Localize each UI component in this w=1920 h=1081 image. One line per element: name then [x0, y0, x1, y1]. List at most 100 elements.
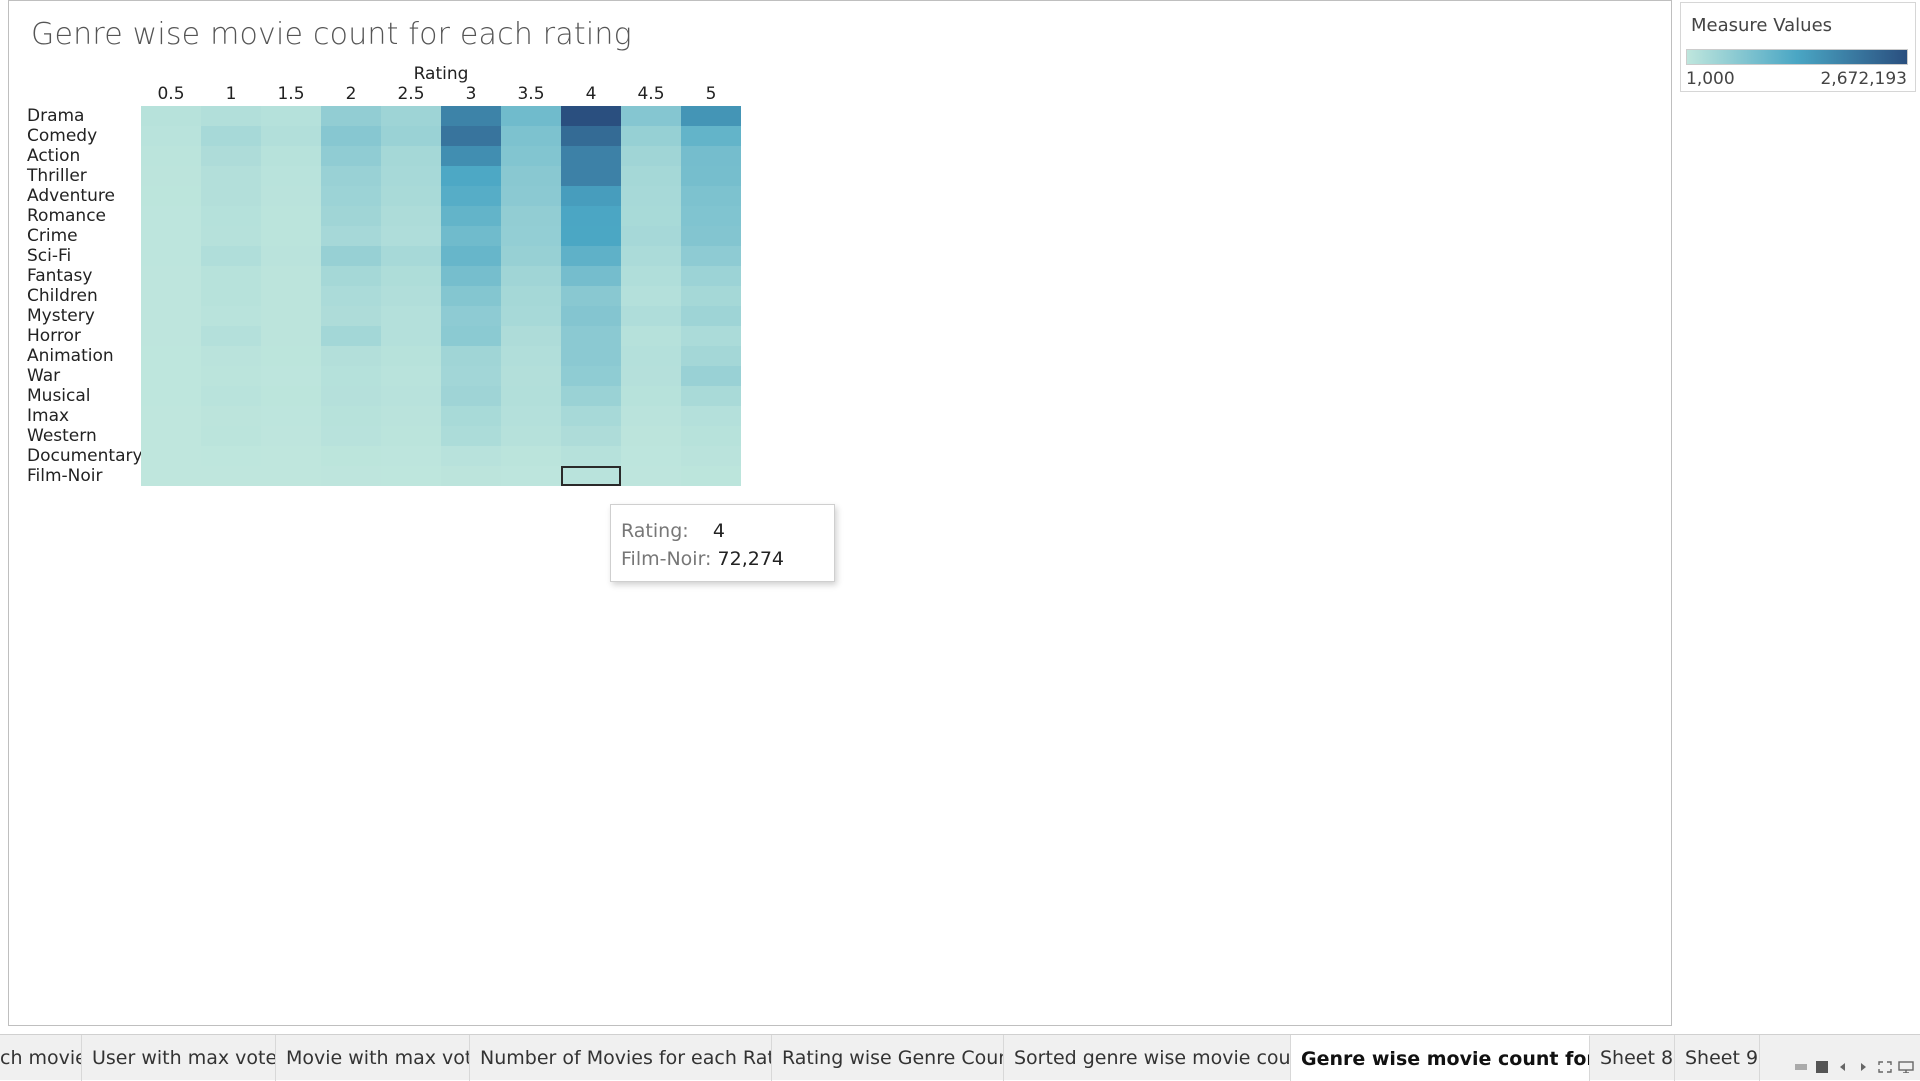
row-header-fantasy[interactable]: Fantasy	[27, 266, 92, 286]
heatmap-cell-fantasy-2.5[interactable]	[381, 266, 441, 286]
heatmap-cell-comedy-3[interactable]	[441, 126, 501, 146]
heatmap-cell-fantasy-3.5[interactable]	[501, 266, 561, 286]
row-header-animation[interactable]: Animation	[27, 346, 114, 366]
heatmap-cell-western-4.5[interactable]	[621, 426, 681, 446]
heatmap-cell-mystery-0.5[interactable]	[141, 306, 201, 326]
heatmap-cell-comedy-1.5[interactable]	[261, 126, 321, 146]
sheet-tab-8[interactable]: Sheet 9	[1675, 1035, 1760, 1081]
heatmap-cell-children-1[interactable]	[201, 286, 261, 306]
heatmap-cell-crime-0.5[interactable]	[141, 226, 201, 246]
heatmap-cell-horror-4[interactable]	[561, 326, 621, 346]
heatmap-cell-adventure-3[interactable]	[441, 186, 501, 206]
heatmap-cell-film-noir-1[interactable]	[201, 466, 261, 486]
heatmap-cell-thriller-4[interactable]	[561, 166, 621, 186]
heatmap-cell-comedy-5[interactable]	[681, 126, 741, 146]
heatmap-cell-romance-5[interactable]	[681, 206, 741, 226]
heatmap-cell-musical-2[interactable]	[321, 386, 381, 406]
heatmap-cell-horror-5[interactable]	[681, 326, 741, 346]
heatmap-cell-mystery-5[interactable]	[681, 306, 741, 326]
heatmap-cell-war-1.5[interactable]	[261, 366, 321, 386]
heatmap-cell-horror-0.5[interactable]	[141, 326, 201, 346]
heatmap-cell-documentary-1[interactable]	[201, 446, 261, 466]
heatmap-cell-crime-4[interactable]	[561, 226, 621, 246]
heatmap-cell-war-5[interactable]	[681, 366, 741, 386]
heatmap-cell-adventure-3.5[interactable]	[501, 186, 561, 206]
heatmap-cell-mystery-2[interactable]	[321, 306, 381, 326]
heatmap-cell-comedy-1[interactable]	[201, 126, 261, 146]
heatmap-cell-musical-3[interactable]	[441, 386, 501, 406]
heatmap-cell-romance-3[interactable]	[441, 206, 501, 226]
column-header-1.5[interactable]: 1.5	[261, 84, 321, 104]
heatmap-cell-thriller-4.5[interactable]	[621, 166, 681, 186]
heatmap-cell-romance-3.5[interactable]	[501, 206, 561, 226]
heatmap-cell-documentary-0.5[interactable]	[141, 446, 201, 466]
heatmap-cell-imax-1[interactable]	[201, 406, 261, 426]
heatmap-cell-romance-1.5[interactable]	[261, 206, 321, 226]
heatmap-cell-comedy-4.5[interactable]	[621, 126, 681, 146]
heatmap-cell-romance-2.5[interactable]	[381, 206, 441, 226]
heatmap-cell-mystery-1[interactable]	[201, 306, 261, 326]
heatmap-cell-horror-3.5[interactable]	[501, 326, 561, 346]
heatmap-cell-war-0.5[interactable]	[141, 366, 201, 386]
heatmap-cell-sci-fi-5[interactable]	[681, 246, 741, 266]
heatmap-cell-action-2.5[interactable]	[381, 146, 441, 166]
heatmap-cell-mystery-4.5[interactable]	[621, 306, 681, 326]
heatmap-cell-drama-2[interactable]	[321, 106, 381, 126]
heatmap-cell-thriller-1[interactable]	[201, 166, 261, 186]
sheet-tab-7[interactable]: Sheet 8	[1590, 1035, 1675, 1081]
heatmap-cell-children-5[interactable]	[681, 286, 741, 306]
heatmap-cell-imax-3[interactable]	[441, 406, 501, 426]
heatmap-cell-animation-1[interactable]	[201, 346, 261, 366]
heatmap-cell-fantasy-4.5[interactable]	[621, 266, 681, 286]
heatmap-cell-crime-3.5[interactable]	[501, 226, 561, 246]
heatmap-cell-imax-2.5[interactable]	[381, 406, 441, 426]
heatmap-cell-mystery-3.5[interactable]	[501, 306, 561, 326]
heatmap-cell-documentary-3[interactable]	[441, 446, 501, 466]
heatmap-cell-sci-fi-3[interactable]	[441, 246, 501, 266]
heatmap-cell-animation-4.5[interactable]	[621, 346, 681, 366]
row-header-documentary[interactable]: Documentary	[27, 446, 143, 466]
heatmap-cell-imax-4.5[interactable]	[621, 406, 681, 426]
heatmap-cell-thriller-3[interactable]	[441, 166, 501, 186]
heatmap-cell-film-noir-3[interactable]	[441, 466, 501, 486]
heatmap-cell-thriller-3.5[interactable]	[501, 166, 561, 186]
heatmap-cell-action-4[interactable]	[561, 146, 621, 166]
heatmap-cell-children-1.5[interactable]	[261, 286, 321, 306]
heatmap-cell-imax-2[interactable]	[321, 406, 381, 426]
heatmap-cell-film-noir-1.5[interactable]	[261, 466, 321, 486]
heatmap-cell-action-1.5[interactable]	[261, 146, 321, 166]
heatmap-cell-mystery-1.5[interactable]	[261, 306, 321, 326]
heatmap-cell-horror-1[interactable]	[201, 326, 261, 346]
row-header-crime[interactable]: Crime	[27, 226, 78, 246]
heatmap-cell-documentary-4[interactable]	[561, 446, 621, 466]
sheet-tab-4[interactable]: Rating wise Genre Count	[772, 1035, 1004, 1081]
heatmap-cell-romance-1[interactable]	[201, 206, 261, 226]
column-header-3.5[interactable]: 3.5	[501, 84, 561, 104]
heatmap-cell-action-0.5[interactable]	[141, 146, 201, 166]
heatmap-cell-romance-2[interactable]	[321, 206, 381, 226]
row-header-romance[interactable]: Romance	[27, 206, 106, 226]
heatmap-cell-film-noir-4.5[interactable]	[621, 466, 681, 486]
heatmap-cell-war-3.5[interactable]	[501, 366, 561, 386]
heatmap-cell-horror-1.5[interactable]	[261, 326, 321, 346]
heatmap-cell-action-2[interactable]	[321, 146, 381, 166]
heatmap-cell-horror-4.5[interactable]	[621, 326, 681, 346]
heatmap-cell-children-0.5[interactable]	[141, 286, 201, 306]
heatmap-cell-children-2[interactable]	[321, 286, 381, 306]
heatmap-cell-sci-fi-3.5[interactable]	[501, 246, 561, 266]
heatmap-cell-thriller-5[interactable]	[681, 166, 741, 186]
heatmap-cell-fantasy-2[interactable]	[321, 266, 381, 286]
heatmap-cell-action-3.5[interactable]	[501, 146, 561, 166]
heatmap-cell-western-1.5[interactable]	[261, 426, 321, 446]
heatmap-cell-romance-4[interactable]	[561, 206, 621, 226]
color-legend[interactable]: Measure Values 1,000 2,672,193	[1680, 2, 1916, 92]
heatmap-cell-drama-0.5[interactable]	[141, 106, 201, 126]
heatmap-cell-adventure-5[interactable]	[681, 186, 741, 206]
heatmap-cell-musical-1.5[interactable]	[261, 386, 321, 406]
heatmap-cell-documentary-3.5[interactable]	[501, 446, 561, 466]
heatmap-cell-sci-fi-2.5[interactable]	[381, 246, 441, 266]
heatmap-cell-animation-0.5[interactable]	[141, 346, 201, 366]
heatmap-cell-musical-1[interactable]	[201, 386, 261, 406]
heatmap-cell-adventure-4.5[interactable]	[621, 186, 681, 206]
row-header-horror[interactable]: Horror	[27, 326, 81, 346]
